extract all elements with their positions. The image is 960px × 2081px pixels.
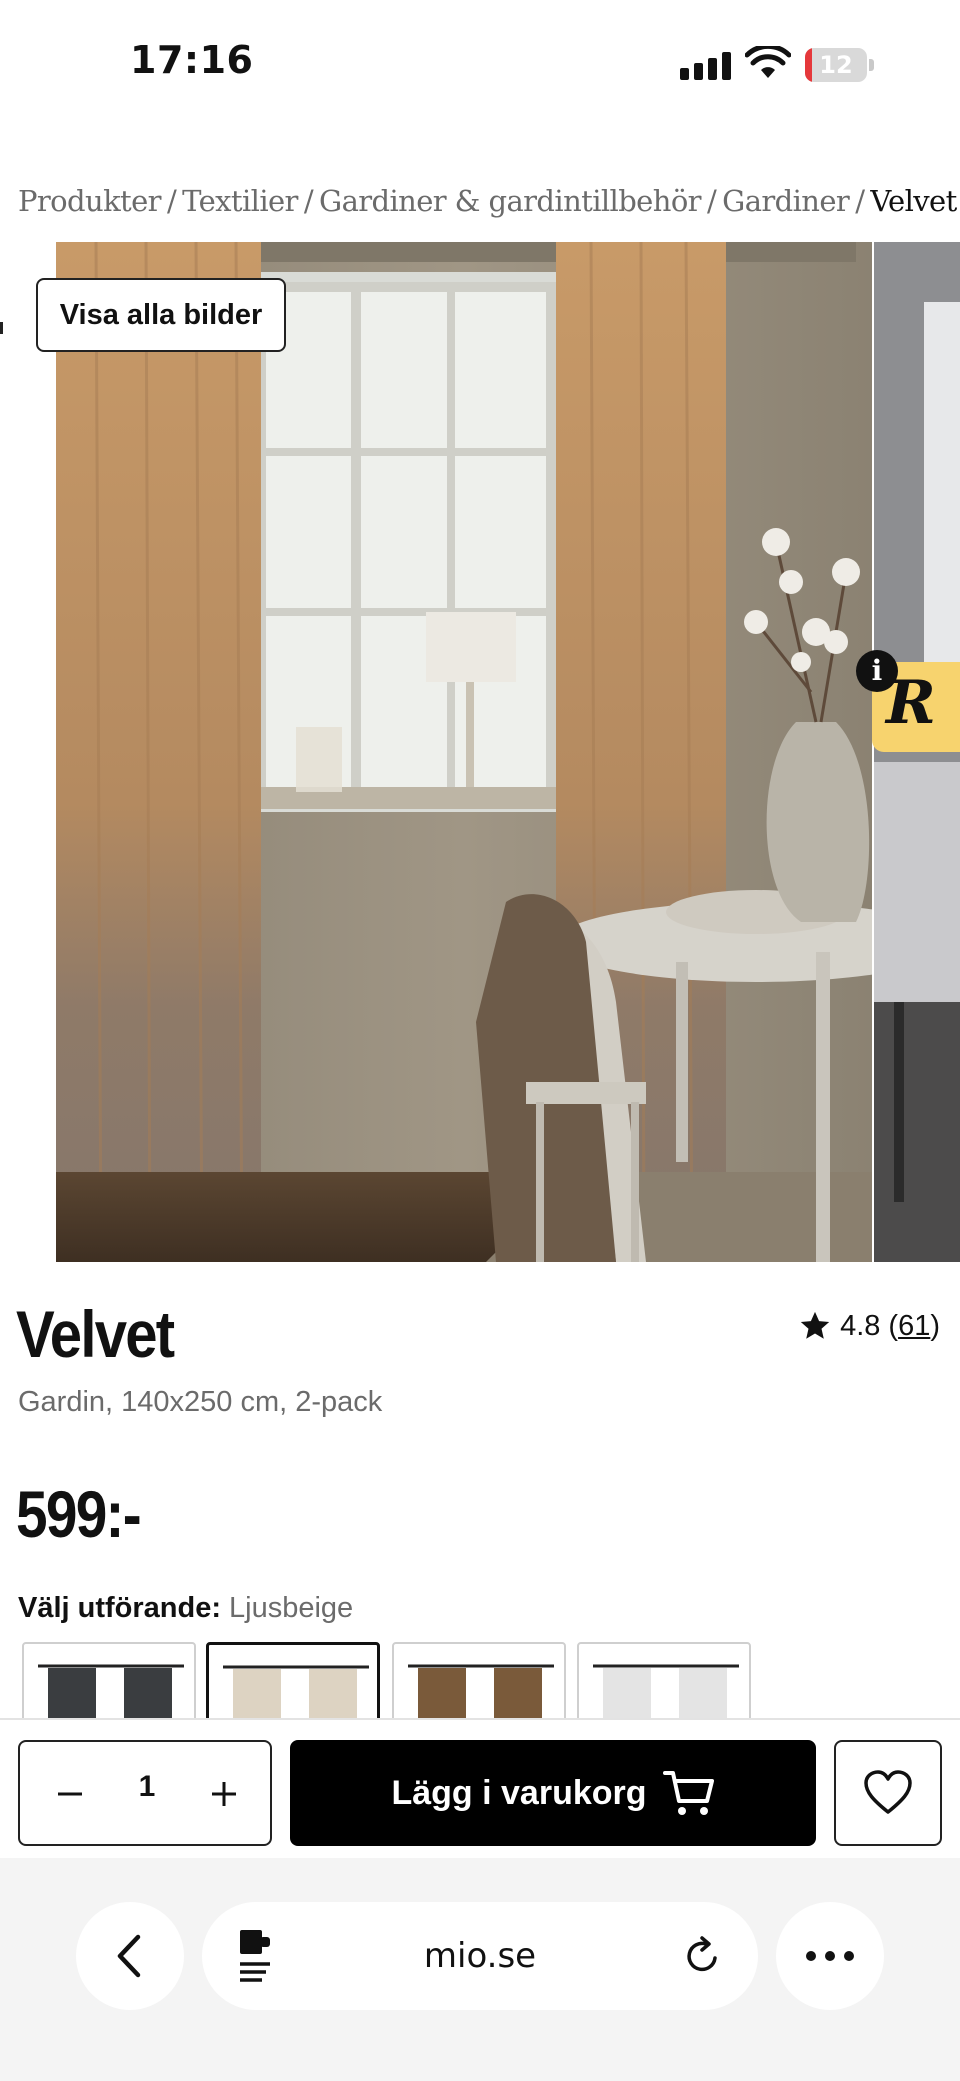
breadcrumb-item-produkter[interactable]: Produkter	[18, 184, 162, 218]
variant-label-text: Välj utförande:	[18, 1592, 222, 1624]
swatch-light-beige[interactable]	[206, 1642, 380, 1718]
battery-level: 12	[819, 51, 853, 79]
view-all-images-button[interactable]: Visa alla bilder	[36, 278, 286, 352]
rating-value: 4.8	[840, 1309, 881, 1342]
breadcrumb-separator: /	[166, 184, 177, 218]
variant-label: Välj utförande: Ljusbeige	[18, 1592, 353, 1625]
url-text[interactable]: mio.se	[292, 1902, 668, 2010]
reader-extensions-icon[interactable]	[236, 1928, 276, 1982]
product-subtitle: Gardin, 140x250 cm, 2-pack	[18, 1386, 383, 1418]
browser-toolbar: mio.se	[0, 1858, 960, 2081]
status-bar: 17:16 12	[0, 0, 960, 130]
reload-icon[interactable]	[682, 1936, 722, 1976]
breadcrumb-separator: /	[303, 184, 314, 218]
breadcrumb-item-gardiner-tillbehor[interactable]: Gardiner & gardintillbehör	[319, 184, 702, 218]
star-icon	[800, 1311, 830, 1339]
product-image[interactable]	[56, 242, 872, 1262]
address-bar[interactable]: mio.se	[202, 1902, 758, 2010]
info-icon[interactable]: i	[856, 650, 898, 692]
more-dots-icon	[806, 1951, 854, 1961]
minus-icon[interactable]	[48, 1772, 92, 1816]
status-time: 17:16	[130, 38, 254, 82]
product-title: Velvet	[16, 1297, 175, 1371]
add-to-cart-label: Lägg i varukorg	[391, 1773, 647, 1812]
review-count[interactable]: 61	[898, 1310, 930, 1342]
variant-swatches	[22, 1642, 960, 1718]
back-button[interactable]	[76, 1902, 184, 2010]
review-count-link[interactable]: (61)	[888, 1310, 940, 1343]
wifi-icon	[745, 46, 791, 78]
swatch-brown[interactable]	[392, 1642, 566, 1718]
product-rating[interactable]: 4.8 (61)	[798, 1306, 940, 1346]
plus-icon[interactable]	[202, 1772, 246, 1816]
quantity-value[interactable]: 1	[120, 1770, 174, 1804]
variant-selected: Ljusbeige	[229, 1592, 354, 1624]
add-to-cart-button[interactable]: Lägg i varukorg	[290, 1740, 816, 1846]
breadcrumb-separator: /	[706, 184, 717, 218]
wishlist-button[interactable]	[834, 1740, 942, 1846]
breadcrumb-item-gardiner[interactable]: Gardiner	[722, 184, 850, 218]
battery-icon: 12	[805, 48, 874, 82]
next-product-image[interactable]	[874, 242, 960, 1262]
chevron-left-icon	[117, 1934, 141, 1978]
breadcrumb-separator: /	[855, 184, 865, 218]
more-button[interactable]	[776, 1902, 884, 2010]
product-gallery[interactable]: Visa alla bilder R i	[0, 242, 960, 1262]
cellular-signal-icon	[680, 52, 732, 80]
gallery-edge-marker	[0, 322, 3, 334]
quantity-stepper[interactable]: 1	[18, 1740, 272, 1846]
add-to-cart-bar: 1 Lägg i varukorg	[0, 1718, 960, 1858]
swatch-dark-grey[interactable]	[22, 1642, 196, 1718]
cart-icon	[662, 1771, 714, 1815]
product-price: 599:-	[16, 1477, 142, 1551]
breadcrumb-item-textilier[interactable]: Textilier	[182, 184, 298, 218]
breadcrumb-current: Velvet	[870, 184, 957, 218]
swatch-white[interactable]	[577, 1642, 751, 1718]
breadcrumb: Produkter / Textilier / Gardiner & gardintil…	[18, 184, 958, 224]
heart-icon	[864, 1770, 912, 1814]
